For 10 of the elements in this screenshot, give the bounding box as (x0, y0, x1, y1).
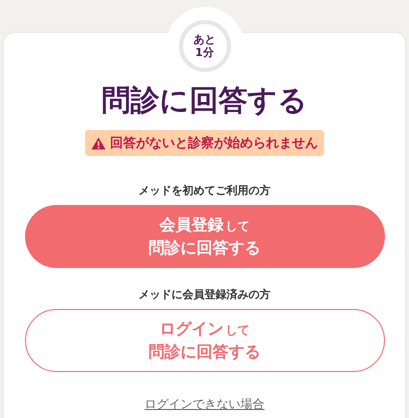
option-caption: メッドに会員登録済みの方 (138, 288, 270, 302)
timer-text: 1分 (195, 46, 214, 59)
page-title: 問診に回答する (102, 82, 308, 119)
timer-text: あと (194, 33, 216, 46)
option-caption: メッドを初めてご利用の方 (138, 184, 270, 198)
warning-icon (91, 136, 106, 150)
help-link[interactable]: ログインできない場合 (144, 396, 264, 413)
login-button[interactable]: ログイン して 問診に回答する (24, 309, 384, 372)
register-button[interactable]: 会員登録 して 問診に回答する (24, 205, 384, 268)
warning-text: 回答がないと診察が始められません (110, 134, 318, 152)
